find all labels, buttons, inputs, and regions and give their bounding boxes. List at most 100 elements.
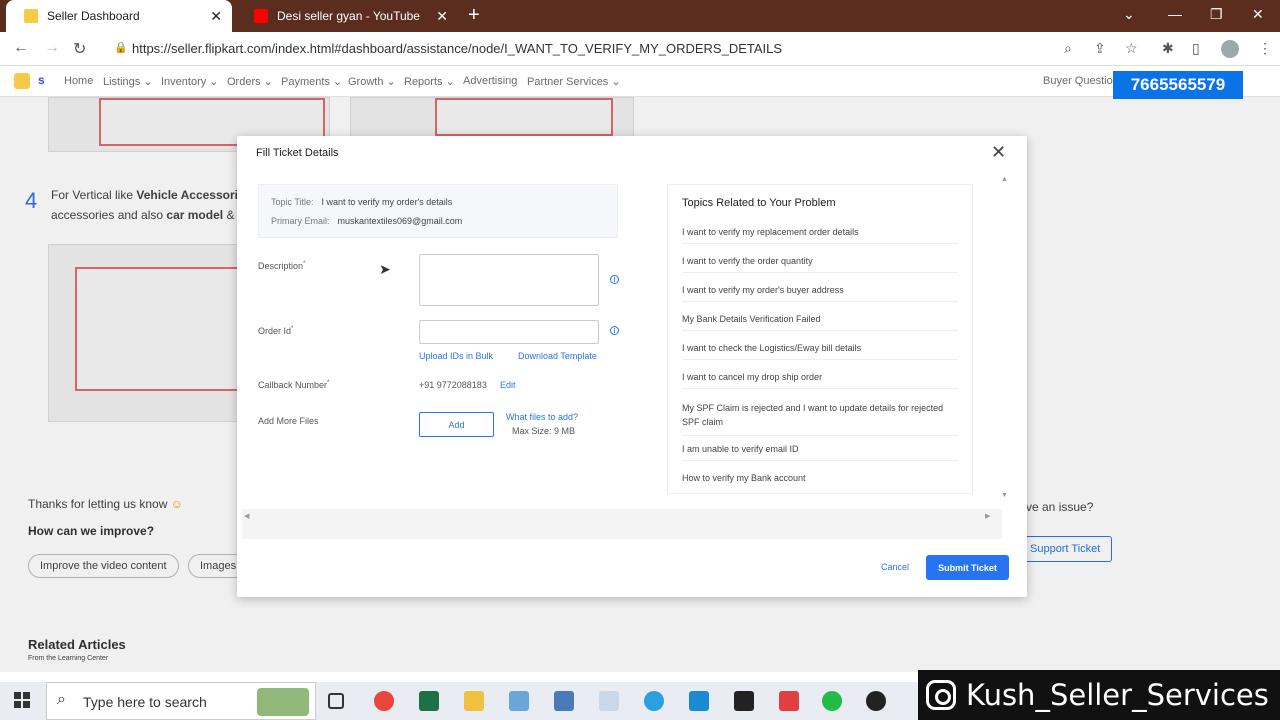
related-topic-item[interactable]: I want to verify the order quantity bbox=[682, 256, 958, 273]
download-template-link[interactable]: Download Template bbox=[518, 351, 597, 361]
topic-row: Topic Title: I want to verify my order's … bbox=[271, 197, 452, 207]
modal-title: Fill Ticket Details bbox=[256, 147, 339, 159]
nav-reports[interactable]: Reports ⌄ bbox=[404, 75, 455, 88]
tab-youtube[interactable]: Desi seller gyan - YouTube ✕ bbox=[236, 0, 458, 32]
restore-icon[interactable]: ❐ bbox=[1210, 6, 1223, 23]
vertical-scrollbar[interactable]: ▲ ▼ bbox=[1000, 176, 1010, 500]
max-size-text: Max Size: 9 MB bbox=[512, 426, 576, 436]
site-navigation: s Home Listings ⌄ Inventory ⌄ Orders ⌄ P… bbox=[0, 66, 1280, 97]
order-id-label: Order Id* bbox=[258, 326, 294, 336]
scroll-right-icon[interactable]: ▶ bbox=[985, 512, 990, 520]
related-topic-item[interactable]: How to verify my Bank account bbox=[682, 473, 958, 489]
side-panel-icon[interactable]: ▯ bbox=[1192, 40, 1200, 57]
nav-label: Growth bbox=[348, 76, 384, 88]
info-icon[interactable]: i bbox=[610, 275, 619, 284]
related-topic-item[interactable]: I want to cancel my drop ship order bbox=[682, 372, 958, 389]
scroll-left-icon[interactable]: ◀ bbox=[244, 512, 249, 520]
app-icon[interactable] bbox=[509, 691, 529, 711]
related-topic-item[interactable]: My Bank Details Verification Failed bbox=[682, 314, 958, 331]
related-topic-item[interactable]: I want to verify my replacement order de… bbox=[682, 227, 958, 244]
file-explorer-icon[interactable] bbox=[464, 691, 484, 711]
nav-payments[interactable]: Payments ⌄ bbox=[281, 75, 342, 88]
horizontal-scrollbar[interactable]: ◀ ▶ bbox=[242, 509, 1002, 539]
app-icon[interactable] bbox=[644, 691, 664, 711]
description-label: Description* bbox=[258, 261, 306, 271]
text: Order Id bbox=[258, 326, 292, 336]
nav-growth[interactable]: Growth ⌄ bbox=[348, 75, 396, 88]
windows-start-icon[interactable] bbox=[14, 692, 30, 708]
back-icon[interactable]: ← bbox=[13, 39, 29, 57]
submit-ticket-button[interactable]: Submit Ticket bbox=[926, 555, 1009, 580]
nav-listings[interactable]: Listings ⌄ bbox=[103, 75, 153, 88]
flipkart-logo-icon[interactable] bbox=[14, 73, 30, 89]
search-icon: ⌕ bbox=[57, 691, 66, 708]
browser-menu-icon[interactable]: ⋮ bbox=[1258, 40, 1272, 57]
close-tab-icon[interactable]: ✕ bbox=[436, 8, 448, 24]
paint-icon[interactable] bbox=[599, 691, 619, 711]
task-view-icon[interactable] bbox=[328, 693, 344, 709]
youtube-favicon-icon bbox=[254, 9, 268, 23]
new-tab-icon[interactable]: + bbox=[468, 5, 480, 25]
order-id-field[interactable] bbox=[419, 320, 599, 344]
share-icon[interactable]: ⇪ bbox=[1094, 40, 1106, 57]
nav-partner-services[interactable]: Partner Services ⌄ bbox=[527, 75, 621, 88]
zoom-icon[interactable]: ⌕ bbox=[1064, 40, 1072, 57]
email-row: Primary Email: muskantextiles069@gmail.co… bbox=[271, 216, 462, 226]
cancel-button[interactable]: Cancel bbox=[881, 562, 909, 572]
related-topic-item[interactable]: My SPF Claim is rejected and I want to u… bbox=[682, 401, 958, 436]
search-placeholder: Type here to search bbox=[83, 694, 207, 710]
chrome-icon[interactable] bbox=[374, 691, 394, 711]
app-icon[interactable] bbox=[866, 691, 886, 711]
minimize-icon[interactable]: — bbox=[1168, 6, 1182, 22]
bookmark-star-icon[interactable]: ☆ bbox=[1125, 40, 1138, 57]
what-files-link[interactable]: What files to add? bbox=[506, 412, 578, 422]
description-field[interactable] bbox=[419, 254, 599, 306]
scroll-up-icon[interactable]: ▲ bbox=[1001, 176, 1008, 183]
close-tab-icon[interactable]: ✕ bbox=[210, 8, 222, 24]
email-label: Primary Email: bbox=[271, 216, 330, 226]
nav-advertising[interactable]: Advertising bbox=[463, 75, 517, 87]
phone-number-banner: 7665565579 bbox=[1113, 71, 1243, 99]
related-topic-item[interactable]: I want to check the Logistics/Eway bill … bbox=[682, 343, 958, 360]
text: Callback Number bbox=[258, 380, 328, 390]
app-icon[interactable] bbox=[822, 691, 842, 711]
tab-search-icon[interactable]: ⌄ bbox=[1123, 6, 1135, 23]
forward-icon[interactable]: → bbox=[44, 39, 60, 57]
reload-icon[interactable]: ↻ bbox=[73, 39, 86, 59]
anydesk-icon[interactable] bbox=[779, 691, 799, 711]
fill-ticket-modal: Fill Ticket Details ✕ Topic Title: I want… bbox=[237, 136, 1027, 597]
info-icon[interactable]: i bbox=[610, 326, 619, 335]
email-value: muskantextiles069@gmail.com bbox=[337, 216, 463, 226]
callback-label: Callback Number* bbox=[258, 380, 330, 390]
url-field[interactable]: https://seller.flipkart.com/index.html#d… bbox=[132, 41, 782, 56]
extensions-icon[interactable]: ✱ bbox=[1162, 40, 1174, 57]
scroll-down-icon[interactable]: ▼ bbox=[1001, 492, 1008, 499]
address-bar: ← → ↻ 🔒 https://seller.flipkart.com/inde… bbox=[0, 32, 1280, 66]
upload-ids-bulk-link[interactable]: Upload IDs in Bulk bbox=[419, 351, 493, 361]
nav-home[interactable]: Home bbox=[64, 75, 93, 87]
related-topic-item[interactable]: I am unable to verify email ID bbox=[682, 444, 958, 461]
nav-inventory[interactable]: Inventory ⌄ bbox=[161, 75, 219, 88]
profile-avatar[interactable] bbox=[1221, 40, 1239, 58]
calculator-icon[interactable] bbox=[554, 691, 574, 711]
nav-label: Orders bbox=[227, 76, 261, 88]
close-icon[interactable]: ✕ bbox=[991, 142, 1006, 163]
nav-buyer-questions[interactable]: Buyer Question bbox=[1043, 75, 1119, 87]
taskbar-search[interactable]: ⌕ Type here to search bbox=[46, 682, 316, 720]
nav-label: Listings bbox=[103, 76, 141, 88]
excel-icon[interactable] bbox=[419, 691, 439, 711]
tab-seller-dashboard[interactable]: Seller Dashboard ✕ bbox=[6, 0, 232, 32]
nav-label: Reports bbox=[404, 76, 443, 88]
close-window-icon[interactable]: ✕ bbox=[1252, 6, 1264, 23]
topic-label: Topic Title: bbox=[271, 197, 314, 207]
tab-title: Desi seller gyan - YouTube bbox=[277, 9, 420, 23]
nav-orders[interactable]: Orders ⌄ bbox=[227, 75, 273, 88]
tab-title: Seller Dashboard bbox=[47, 9, 140, 23]
topic-summary: Topic Title: I want to verify my order's … bbox=[258, 184, 618, 238]
app-icon[interactable] bbox=[689, 691, 709, 711]
app-icon[interactable] bbox=[734, 691, 754, 711]
add-files-button[interactable]: Add bbox=[419, 412, 494, 437]
browser-tab-bar: Seller Dashboard ✕ Desi seller gyan - Yo… bbox=[0, 0, 1280, 32]
edit-callback-link[interactable]: Edit bbox=[500, 380, 516, 390]
related-topic-item[interactable]: I want to verify my order's buyer addres… bbox=[682, 285, 958, 302]
